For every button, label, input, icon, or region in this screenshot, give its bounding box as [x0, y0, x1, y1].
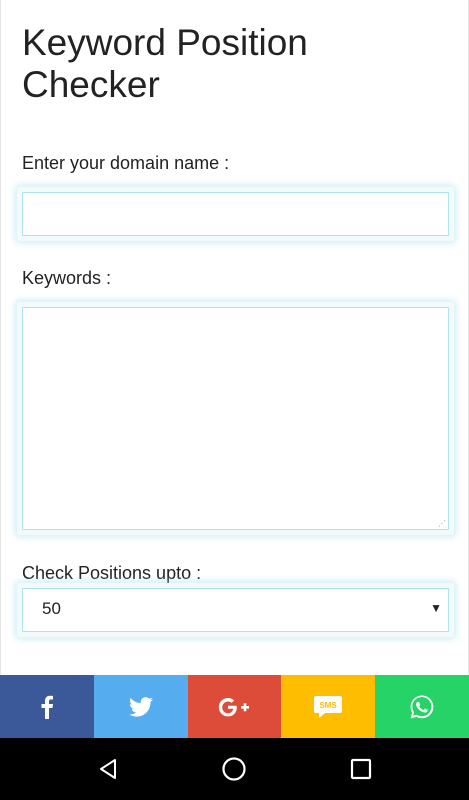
share-bar: SMS	[0, 675, 469, 738]
back-icon	[100, 759, 117, 779]
domain-input[interactable]	[22, 192, 449, 236]
sms-icon: SMS	[314, 695, 343, 718]
keywords-textarea[interactable]: ⋰	[22, 307, 449, 530]
sms-share-button[interactable]: SMS	[281, 675, 376, 738]
back-button[interactable]	[88, 749, 128, 789]
twitter-share-button[interactable]	[93, 675, 188, 738]
domain-label: Enter your domain name :	[22, 153, 230, 173]
facebook-share-button[interactable]	[0, 675, 94, 738]
positions-label: Check Positions upto :	[22, 563, 202, 583]
page-title: Keyword Position Checker	[22, 22, 308, 105]
whatsapp-share-button[interactable]	[375, 675, 469, 738]
page-content: Keyword Position Checker Enter your doma…	[0, 0, 469, 675]
positions-selected-value: 50	[42, 599, 61, 618]
twitter-icon	[128, 696, 153, 717]
resize-handle-icon[interactable]: ⋰	[438, 520, 446, 528]
whatsapp-icon	[410, 695, 434, 718]
home-button[interactable]	[214, 749, 254, 789]
keywords-label: Keywords :	[22, 268, 112, 288]
google-plus-share-button[interactable]	[187, 675, 282, 738]
svg-text:SMS: SMS	[320, 701, 338, 710]
facebook-icon	[41, 695, 53, 719]
dropdown-arrow-icon: ▼	[430, 601, 442, 615]
recents-button[interactable]	[341, 749, 381, 789]
positions-select[interactable]: 50 ▼	[22, 588, 449, 632]
home-icon	[222, 757, 247, 781]
recents-icon	[350, 758, 371, 780]
system-navigation-bar	[0, 738, 469, 800]
google-plus-icon	[219, 697, 250, 716]
